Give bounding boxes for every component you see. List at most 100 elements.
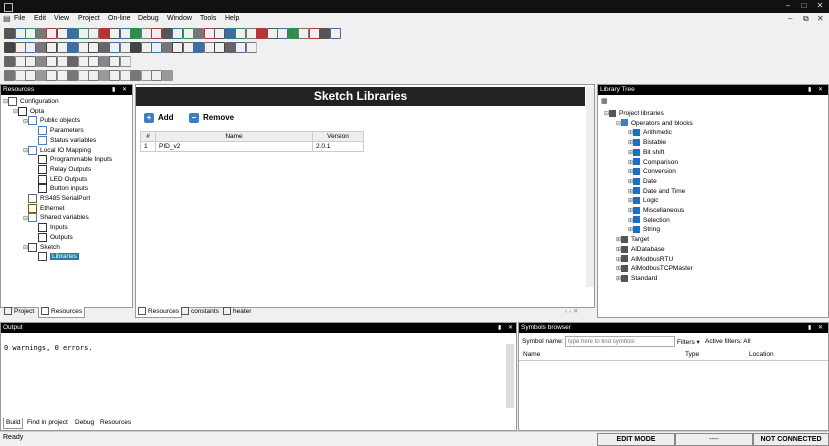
- toolbar-button-icon[interactable]: [161, 28, 173, 39]
- library-item[interactable]: ⊞ String: [628, 225, 660, 234]
- toolbar-button-icon[interactable]: [88, 42, 99, 53]
- tree-item[interactable]: Outputs: [33, 232, 73, 242]
- toolbar-button-icon[interactable]: [35, 28, 47, 39]
- library-group[interactable]: ⊟ Operators and blocks: [616, 119, 693, 128]
- toolbar-button-icon[interactable]: [140, 42, 152, 53]
- toolbar-button-icon[interactable]: [329, 28, 341, 39]
- toolbar-button-icon[interactable]: [77, 70, 89, 81]
- toolbar-button-icon[interactable]: [67, 42, 78, 53]
- tree-item[interactable]: Inputs: [33, 223, 68, 233]
- tree-item[interactable]: Parameters: [33, 126, 84, 136]
- output-scrollbar[interactable]: [506, 344, 514, 408]
- toolbar-button-icon[interactable]: [35, 42, 47, 53]
- toolbar-button-icon[interactable]: [88, 70, 99, 81]
- document-menu-icon[interactable]: ▤: [3, 14, 11, 23]
- tab-constants[interactable]: constants: [179, 307, 221, 317]
- tree-item[interactable]: RS485 SerialPort: [23, 194, 90, 203]
- pin-icon[interactable]: ▮: [808, 85, 811, 95]
- tree-item[interactable]: ⊟ Shared variables: [23, 213, 89, 223]
- toolbar-button-icon[interactable]: [140, 28, 152, 39]
- toolbar-button-icon[interactable]: [298, 28, 309, 39]
- tab-project[interactable]: Project: [2, 307, 36, 317]
- toolbar-button-icon[interactable]: [4, 56, 15, 67]
- toolbar-button-icon[interactable]: [35, 56, 47, 67]
- toolbar-button-icon[interactable]: [14, 28, 26, 39]
- library-item[interactable]: ⊞ Date and Time: [628, 187, 685, 196]
- mdi-close-button[interactable]: ✕: [817, 14, 824, 23]
- tab-heater[interactable]: heater: [221, 307, 253, 317]
- toolbar-button-icon[interactable]: [109, 56, 120, 67]
- toolbar-button-icon[interactable]: [172, 42, 183, 53]
- toolbar-button-icon[interactable]: [109, 70, 120, 81]
- pin-icon[interactable]: ▮: [112, 85, 115, 95]
- library-item[interactable]: ⊞ Date: [628, 177, 657, 186]
- pin-icon[interactable]: ▮: [498, 323, 501, 333]
- filters-dropdown[interactable]: Filters ▾: [677, 338, 700, 346]
- toolbar-button-icon[interactable]: [25, 42, 36, 53]
- maximize-button[interactable]: □: [798, 1, 810, 10]
- toolbar-button-icon[interactable]: [235, 42, 246, 53]
- library-item[interactable]: ⊞ Comparison: [628, 158, 678, 167]
- toolbar-button-icon[interactable]: [193, 28, 204, 39]
- toolbar-button-icon[interactable]: [130, 28, 141, 39]
- toolbar-button-icon[interactable]: [109, 28, 120, 39]
- library-item[interactable]: ⊞ Conversion: [628, 167, 676, 176]
- toolbar-button-icon[interactable]: [130, 70, 141, 81]
- menu-project[interactable]: Project: [78, 15, 100, 22]
- menu-view[interactable]: View: [54, 15, 69, 22]
- toolbar-button-icon[interactable]: [46, 56, 57, 67]
- close-icon[interactable]: ✕: [818, 85, 823, 95]
- toolbar-button-icon[interactable]: [98, 56, 110, 67]
- toolbar-button-icon[interactable]: [140, 70, 152, 81]
- menu-file[interactable]: File: [14, 15, 25, 22]
- toolbar-button-icon[interactable]: [287, 28, 299, 39]
- toolbar-button-icon[interactable]: [151, 42, 162, 53]
- toolbar-button-icon[interactable]: [88, 28, 99, 39]
- library-item[interactable]: ⊞ Bit shift: [628, 148, 664, 157]
- tree-item[interactable]: ⊟ Opta: [13, 106, 44, 116]
- library-item[interactable]: ⊞ Logic: [628, 196, 659, 205]
- library-item[interactable]: ⊞ AlModbusRTU: [616, 255, 673, 264]
- toolbar-button-icon[interactable]: [14, 70, 26, 81]
- toolbar-button-icon[interactable]: [130, 42, 141, 53]
- toolbar-button-icon[interactable]: [46, 42, 57, 53]
- toolbar-button-icon[interactable]: [151, 28, 162, 39]
- library-item[interactable]: ⊞ Standard: [616, 274, 657, 283]
- toolbar-button-icon[interactable]: [214, 42, 225, 53]
- toolbar-button-icon[interactable]: [172, 28, 183, 39]
- tab-debug[interactable]: Debug: [73, 418, 96, 428]
- tab-output-resources[interactable]: Resources: [98, 418, 133, 428]
- toolbar-button-icon[interactable]: [67, 28, 78, 39]
- editor-scrollbar[interactable]: [586, 87, 594, 287]
- close-icon[interactable]: ✕: [122, 85, 127, 95]
- toolbar-button-icon[interactable]: [14, 56, 26, 67]
- toolbar-button-icon[interactable]: [46, 70, 57, 81]
- library-item[interactable]: ⊞ Selection: [628, 216, 670, 225]
- toolbar-button-icon[interactable]: [25, 56, 36, 67]
- menu-help[interactable]: Help: [225, 15, 239, 22]
- toolbar-button-icon[interactable]: [77, 28, 89, 39]
- tab-find-in-project[interactable]: Find in project: [25, 418, 70, 428]
- symbol-search-input[interactable]: [565, 336, 675, 347]
- library-root[interactable]: ⊟ Project libraries: [604, 109, 664, 118]
- library-item[interactable]: ⊞ Arithmetic: [628, 128, 672, 137]
- menu-online[interactable]: On-line: [108, 15, 131, 22]
- toolbar-button-icon[interactable]: [46, 28, 57, 39]
- toolbar-button-icon[interactable]: [4, 28, 15, 39]
- tree-item[interactable]: ⊟ Sketch: [23, 242, 60, 252]
- toolbar-button-icon[interactable]: [161, 42, 173, 53]
- tree-item[interactable]: Status variables: [33, 135, 96, 145]
- tab-editor-resources[interactable]: Resources: [135, 307, 183, 318]
- editor-nav-controls[interactable]: ‹ › ✕: [563, 307, 580, 317]
- toolbar-button-icon[interactable]: [151, 70, 162, 81]
- toolbar-button-icon[interactable]: [235, 28, 246, 39]
- toolbar-button-icon[interactable]: [98, 42, 110, 53]
- toolbar-button-icon[interactable]: [319, 28, 330, 39]
- toolbar-button-icon[interactable]: [256, 28, 267, 39]
- close-button[interactable]: ✕: [814, 1, 826, 10]
- toolbar-button-icon[interactable]: [77, 42, 89, 53]
- tree-item[interactable]: ⊟ Local IO Mapping: [23, 145, 91, 155]
- close-icon[interactable]: ✕: [818, 323, 823, 333]
- mdi-restore-button[interactable]: ⧉: [803, 14, 809, 24]
- toolbar-button-icon[interactable]: [203, 28, 215, 39]
